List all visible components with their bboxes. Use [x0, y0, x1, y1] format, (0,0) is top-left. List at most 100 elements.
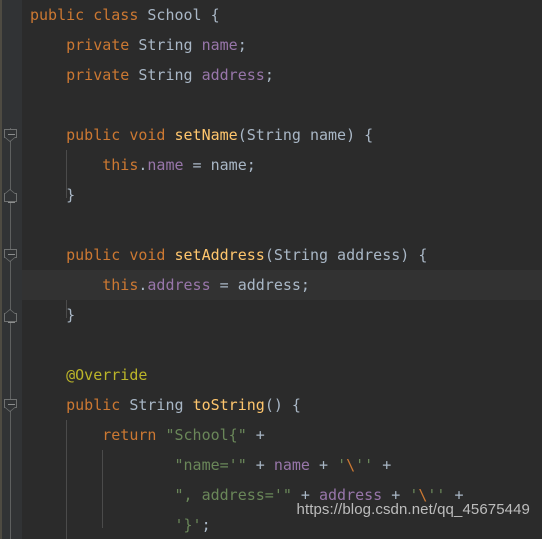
code-line-text: '}';: [30, 510, 211, 539]
code-token: public: [66, 246, 121, 264]
code-line[interactable]: public void setName(String name) {: [22, 120, 542, 150]
code-token: ", address='": [174, 486, 292, 504]
fold-marker-tip: [4, 257, 16, 262]
code-token: \: [346, 456, 356, 474]
code-line[interactable]: @Override: [22, 360, 542, 390]
code-token: address: [147, 276, 211, 294]
code-token: String: [138, 66, 193, 84]
code-line[interactable]: public void setAddress(String address) {: [22, 240, 542, 270]
code-token: private: [66, 36, 130, 54]
code-token: +: [309, 456, 338, 474]
code-token: String: [273, 246, 329, 264]
code-token: public: [66, 396, 121, 414]
fold-marker-down[interactable]: [4, 129, 17, 142]
code-line[interactable]: "name='" + name + '\'' +: [22, 450, 542, 480]
code-line[interactable]: public class School {: [22, 0, 542, 30]
code-token: = name;: [183, 156, 256, 174]
code-token: {: [418, 246, 428, 264]
code-token: '': [355, 456, 374, 474]
code-token: String: [246, 126, 301, 144]
code-token: name: [201, 36, 238, 54]
fold-marker-down[interactable]: [4, 249, 17, 262]
code-line-text: return "School{" +: [30, 420, 274, 450]
code-line[interactable]: [22, 90, 542, 120]
code-token: name: [273, 456, 310, 474]
code-token: (: [264, 246, 274, 264]
minus-icon: [8, 134, 15, 135]
code-line-text: this.address = address;: [30, 270, 310, 300]
fold-marker-down[interactable]: [4, 399, 17, 412]
fold-marker-tip: [4, 137, 16, 142]
code-token: toString: [192, 396, 265, 414]
code-editor[interactable]: public class School { private String nam…: [0, 0, 542, 539]
minus-icon: [8, 254, 15, 255]
code-token: ;: [237, 36, 247, 54]
code-token: address: [201, 66, 265, 84]
fold-marker-box: [4, 313, 17, 323]
fold-marker-up[interactable]: [4, 309, 17, 323]
code-token: class: [93, 6, 139, 24]
code-line-text: public class School {: [30, 0, 220, 30]
code-line-text: }: [30, 180, 75, 210]
code-token: String: [129, 396, 184, 414]
code-line-text: public void setName(String name) {: [30, 120, 373, 150]
watermark-text: https://blog.csdn.net/qq_45675449: [296, 501, 530, 518]
code-token: {: [364, 126, 374, 144]
fold-marker-tip: [4, 309, 16, 314]
fold-marker-up[interactable]: [4, 189, 17, 203]
code-token: return: [102, 426, 157, 444]
code-line[interactable]: return "School{" +: [22, 420, 542, 450]
code-line[interactable]: }: [22, 300, 542, 330]
code-token: public: [66, 126, 121, 144]
code-token: "name='": [174, 456, 247, 474]
code-line[interactable]: }: [22, 180, 542, 210]
code-token: address): [328, 246, 410, 264]
code-token: void: [129, 126, 166, 144]
minus-icon: [8, 322, 15, 323]
code-line-text: "name='" + name + '\'' +: [30, 450, 392, 480]
code-token: name): [300, 126, 356, 144]
code-line[interactable]: this.address = address;: [22, 270, 542, 300]
code-line[interactable]: private String name;: [22, 30, 542, 60]
code-token: = address;: [210, 276, 310, 294]
code-token: {: [210, 6, 220, 24]
code-token: void: [129, 246, 166, 264]
code-line[interactable]: [22, 330, 542, 360]
code-token: public: [30, 6, 85, 24]
editor-gutter[interactable]: [0, 0, 22, 539]
code-line[interactable]: private String address;: [22, 60, 542, 90]
fold-marker-box: [4, 193, 17, 203]
code-content-area[interactable]: public class School { private String nam…: [22, 0, 542, 539]
code-token: (: [237, 126, 247, 144]
code-line[interactable]: public String toString() {: [22, 390, 542, 420]
code-line[interactable]: [22, 210, 542, 240]
gutter-edge-divider: [0, 0, 2, 539]
code-line-text: this.name = name;: [30, 150, 256, 180]
code-token: this: [102, 156, 139, 174]
code-token: ': [337, 456, 347, 474]
code-token: +: [246, 456, 274, 474]
code-line-text: @Override: [30, 360, 147, 390]
code-line[interactable]: this.name = name;: [22, 150, 542, 180]
